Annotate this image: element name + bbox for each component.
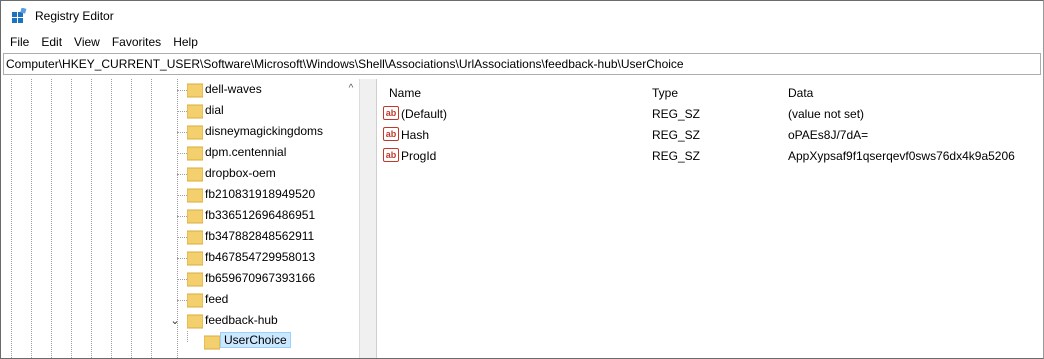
string-value-icon: ab: [383, 148, 399, 162]
menu-edit[interactable]: Edit: [35, 35, 68, 49]
tree-item[interactable]: dropbox-oem: [1, 163, 341, 185]
registry-editor-window: Registry Editor File Edit View Favorites…: [0, 0, 1044, 359]
value-type: REG_SZ: [652, 128, 701, 142]
value-type: REG_SZ: [652, 107, 701, 121]
folder-icon: [186, 82, 204, 98]
value-data: oPAEs8J/7dA=: [788, 128, 869, 142]
menu-favorites[interactable]: Favorites: [106, 35, 167, 49]
tree-item[interactable]: dial: [1, 100, 341, 122]
main-panes: dell-waves dial disneymagickingdoms dpm.…: [1, 79, 1043, 358]
tree-item-label: feedback-hub: [205, 313, 278, 327]
tree-item[interactable]: fb210831918949520: [1, 184, 341, 206]
scroll-up-icon[interactable]: ^: [345, 83, 357, 95]
tree-item-label: dropbox-oem: [205, 166, 276, 180]
folder-icon: [186, 229, 204, 245]
folder-icon: [186, 166, 204, 182]
folder-icon: [186, 313, 204, 329]
column-header-data[interactable]: Data: [788, 86, 813, 100]
folder-icon: [186, 187, 204, 203]
value-name: (Default): [401, 107, 448, 121]
tree-item-label: fb467854729958013: [205, 250, 316, 264]
column-header-type[interactable]: Type: [652, 86, 678, 100]
tree-item-label: UserChoice: [220, 332, 291, 348]
string-value-icon: ab: [383, 106, 399, 120]
tree-item-expanded[interactable]: ⌄ feedback-hub: [1, 310, 341, 332]
tree-item[interactable]: disneymagickingdoms: [1, 121, 341, 143]
value-name: ProgId: [401, 149, 437, 163]
window-title: Registry Editor: [35, 9, 114, 23]
chevron-down-icon[interactable]: ⌄: [168, 314, 182, 328]
folder-icon: [186, 271, 204, 287]
column-header-name[interactable]: Name: [389, 86, 421, 100]
tree-item-label: feed: [205, 292, 229, 306]
value-row[interactable]: ab (Default) REG_SZ (value not set): [377, 104, 1043, 126]
value-type: REG_SZ: [652, 149, 701, 163]
folder-icon: [186, 103, 204, 119]
menu-help[interactable]: Help: [167, 35, 204, 49]
tree-item-label: dpm.centennial: [205, 145, 287, 159]
value-row[interactable]: ab ProgId REG_SZ AppXypsaf9f1qserqevf0sw…: [377, 146, 1043, 168]
menu-view[interactable]: View: [68, 35, 106, 49]
tree-item-label: dell-waves: [205, 82, 262, 96]
pane-splitter[interactable]: [360, 79, 377, 358]
tree-item-label: fb336512696486951: [205, 208, 316, 222]
folder-icon: [186, 145, 204, 161]
tree-item-label: dial: [205, 103, 224, 117]
tree-item-label: fb659670967393166: [205, 271, 316, 285]
registry-editor-icon: [11, 8, 27, 24]
tree-item[interactable]: dell-waves: [1, 79, 341, 101]
menu-file[interactable]: File: [4, 35, 35, 49]
value-data: AppXypsaf9f1qserqevf0sws76dx4k9a5206: [788, 149, 1015, 163]
folder-icon: [186, 208, 204, 224]
value-row[interactable]: ab Hash REG_SZ oPAEs8J/7dA=: [377, 125, 1043, 147]
value-data: (value not set): [788, 107, 865, 121]
folder-icon: [186, 250, 204, 266]
menu-bar: File Edit View Favorites Help: [1, 31, 1043, 53]
tree-item-label: disneymagickingdoms: [205, 124, 324, 138]
address-bar[interactable]: Computer\HKEY_CURRENT_USER\Software\Micr…: [3, 53, 1041, 75]
tree-item-selected[interactable]: UserChoice: [1, 331, 341, 353]
folder-icon: [186, 292, 204, 308]
folder-icon: [203, 334, 221, 350]
tree-item-label: fb210831918949520: [205, 187, 316, 201]
tree-item[interactable]: dpm.centennial: [1, 142, 341, 164]
value-name: Hash: [401, 128, 430, 142]
tree-item[interactable]: fb336512696486951: [1, 205, 341, 227]
values-pane: Name Type Data ab (Default) REG_SZ (valu…: [377, 79, 1043, 358]
string-value-icon: ab: [383, 127, 399, 141]
tree-item-label: fb347882848562911: [205, 229, 315, 243]
title-bar: Registry Editor: [1, 1, 1043, 31]
tree-item[interactable]: fb467854729958013: [1, 247, 341, 269]
folder-icon: [186, 124, 204, 140]
tree-item[interactable]: fb659670967393166: [1, 268, 341, 290]
tree-item[interactable]: fb347882848562911: [1, 226, 341, 248]
tree-scrollbar[interactable]: ^: [343, 79, 359, 358]
key-tree-pane: dell-waves dial disneymagickingdoms dpm.…: [1, 79, 360, 358]
tree-item[interactable]: feed: [1, 289, 341, 311]
